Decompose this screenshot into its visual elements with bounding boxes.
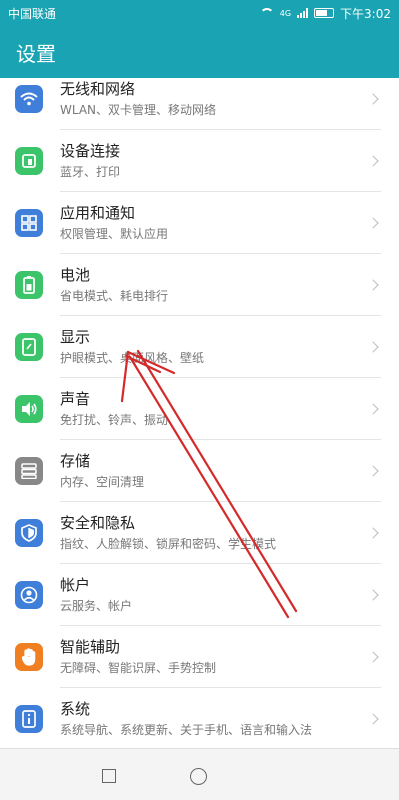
navigation-bar (0, 748, 399, 800)
settings-item-display[interactable]: 显示 护眼模式、桌面风格、壁纸 (0, 316, 399, 378)
chevron-right-icon (367, 403, 379, 415)
page-title: 设置 (16, 41, 56, 66)
chevron-right-icon (367, 589, 379, 601)
item-title: 设备连接 (60, 142, 121, 160)
item-title: 电池 (60, 266, 91, 284)
recent-apps-icon[interactable] (102, 769, 116, 783)
chevron-right-icon (367, 217, 379, 229)
item-subtitle: 内存、空间清理 (60, 475, 145, 489)
chevron-right-icon (367, 651, 379, 663)
item-title: 智能辅助 (60, 638, 121, 656)
wifi-status-icon (259, 8, 274, 18)
item-subtitle: 免打扰、铃声、振动 (60, 413, 169, 427)
item-subtitle: 蓝牙、打印 (60, 165, 121, 179)
account-icon (15, 581, 43, 609)
system-icon (15, 705, 43, 733)
settings-item-account[interactable]: 帐户 云服务、帐户 (0, 564, 399, 626)
item-subtitle: 无障碍、智能识屏、手势控制 (60, 661, 217, 675)
battery-icon (15, 271, 43, 299)
item-title: 声音 (60, 390, 91, 408)
status-bar: 中国联通 4G 下午3:02 (0, 0, 399, 26)
settings-item-wireless[interactable]: 无线和网络 WLAN、双卡管理、移动网络 (0, 78, 399, 130)
item-title: 存储 (60, 452, 91, 470)
carrier-name: 中国联通 (8, 6, 57, 21)
settings-item-storage[interactable]: 存储 内存、空间清理 (0, 440, 399, 502)
settings-item-smart-assistance[interactable]: 智能辅助 无障碍、智能识屏、手势控制 (0, 626, 399, 688)
item-subtitle: 权限管理、默认应用 (60, 227, 169, 241)
app-bar: 设置 (0, 26, 399, 78)
item-subtitle: 系统导航、系统更新、关于手机、语言和输入法 (60, 723, 313, 737)
item-subtitle: WLAN、双卡管理、移动网络 (60, 103, 217, 117)
settings-item-apps-notifications[interactable]: 应用和通知 权限管理、默认应用 (0, 192, 399, 254)
item-title: 显示 (60, 328, 91, 346)
item-title: 无线和网络 (60, 80, 136, 98)
signal-icon (297, 8, 309, 18)
battery-status-icon (314, 8, 335, 18)
status-icons: 4G 下午3:02 (259, 5, 391, 22)
item-subtitle: 云服务、帐户 (60, 599, 133, 613)
item-title: 安全和隐私 (60, 514, 136, 532)
settings-item-device-connection[interactable]: 设备连接 蓝牙、打印 (0, 130, 399, 192)
item-subtitle: 护眼模式、桌面风格、壁纸 (60, 351, 205, 365)
item-title: 应用和通知 (60, 204, 136, 222)
chevron-right-icon (367, 341, 379, 353)
shield-icon (15, 519, 43, 547)
item-title: 系统 (60, 700, 91, 718)
item-subtitle: 省电模式、耗电排行 (60, 289, 169, 303)
settings-item-security-privacy[interactable]: 安全和隐私 指纹、人脸解锁、锁屏和密码、学生模式 (0, 502, 399, 564)
chevron-right-icon (367, 93, 379, 105)
home-icon[interactable] (190, 768, 207, 785)
display-icon (15, 333, 43, 361)
item-title: 帐户 (60, 576, 91, 594)
settings-list[interactable]: 无线和网络 WLAN、双卡管理、移动网络 设备连接 蓝牙、打印 应用和通知 权限… (0, 78, 399, 748)
speaker-icon (15, 395, 43, 423)
settings-item-sound[interactable]: 声音 免打扰、铃声、振动 (0, 378, 399, 440)
chevron-right-icon (367, 713, 379, 725)
item-subtitle: 指纹、人脸解锁、锁屏和密码、学生模式 (60, 537, 277, 551)
wifi-icon (15, 85, 43, 113)
chevron-right-icon (367, 527, 379, 539)
device-connect-icon (15, 147, 43, 175)
hand-icon (15, 643, 43, 671)
network-type-label: 4G (279, 8, 292, 18)
chevron-right-icon (367, 279, 379, 291)
apps-grid-icon (15, 209, 43, 237)
storage-icon (15, 457, 43, 485)
chevron-right-icon (367, 155, 379, 167)
settings-item-system[interactable]: 系统 系统导航、系统更新、关于手机、语言和输入法 (0, 688, 399, 748)
chevron-right-icon (367, 465, 379, 477)
clock: 下午3:02 (340, 6, 391, 21)
settings-item-battery[interactable]: 电池 省电模式、耗电排行 (0, 254, 399, 316)
